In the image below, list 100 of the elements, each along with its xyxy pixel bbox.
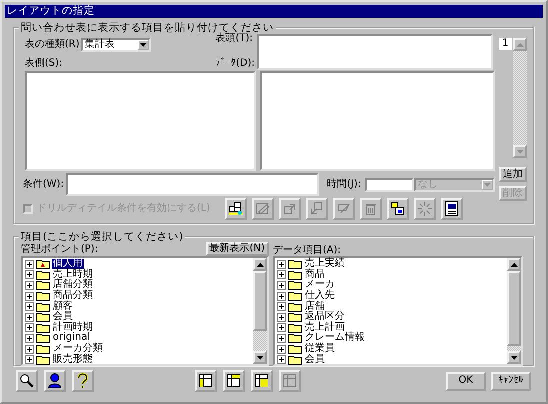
tree-item[interactable]: 売上時期: [52, 270, 94, 280]
expand-icon[interactable]: [277, 302, 286, 312]
data-area[interactable]: [260, 71, 495, 171]
row-header-label: 表側(S):: [25, 58, 63, 70]
tree-item[interactable]: クレーム情報: [304, 333, 366, 344]
dialog-button[interactable]: OK: [446, 372, 486, 390]
folder-icon: [36, 333, 50, 344]
add-button[interactable]: 追加: [499, 167, 527, 182]
dropdown-arrow-icon: [482, 180, 493, 190]
tree-item[interactable]: 商品: [304, 270, 326, 280]
table-type-dropdown[interactable]: 集計表: [81, 38, 151, 52]
folder-icon: [288, 344, 302, 354]
expand-icon[interactable]: [25, 312, 34, 322]
column-header-label: 表頭(T):: [216, 33, 253, 45]
tree-item[interactable]: 返品区分: [304, 312, 346, 322]
monitor-icon: [444, 201, 460, 217]
expand-icon[interactable]: [277, 312, 286, 322]
expand-icon[interactable]: [277, 270, 286, 280]
expand-icon[interactable]: [277, 292, 286, 301]
personal-folder-icon: [36, 259, 50, 270]
folder-icon: [288, 302, 302, 312]
table-icon: [226, 373, 242, 389]
folder-icon: [288, 291, 302, 302]
folder-icon: [288, 280, 302, 290]
tree-item[interactable]: 計画時期: [52, 322, 94, 333]
toolbar-button[interactable]: [387, 198, 409, 220]
toolbar-button[interactable]: [16, 370, 38, 392]
tree-item[interactable]: 店舗: [304, 302, 326, 312]
expand-icon[interactable]: [25, 344, 34, 354]
arrow-icon: [309, 201, 325, 217]
dialog-button[interactable]: ｷｬﾝｾﾙ: [491, 372, 531, 390]
scrollbar-thumb[interactable]: [507, 271, 521, 346]
expand-icon[interactable]: [277, 344, 286, 354]
expand-icon[interactable]: [25, 323, 34, 332]
expand-icon[interactable]: [25, 302, 34, 312]
table-icon: [282, 373, 298, 389]
page-number: 1: [499, 38, 512, 50]
window-title: レイアウトの指定: [5, 5, 543, 18]
tree-item[interactable]: 売上実績: [304, 259, 346, 270]
tree-item[interactable]: 会員: [52, 312, 74, 322]
condition-label: 条件(W):: [22, 178, 66, 190]
folder-icon: [288, 259, 302, 270]
data-items-tree[interactable]: 売上実績 商品 メーカ 仕入先 店舗 返品区分 売上計画 クレーム情報 従業員 会員: [273, 256, 523, 366]
toolbar-button[interactable]: [441, 198, 463, 220]
tree-item[interactable]: メーカ分類: [52, 344, 104, 354]
data-label: ﾃﾞｰﾀ(D):: [216, 58, 255, 70]
condition-field[interactable]: [66, 173, 320, 196]
tree-item[interactable]: 売上計画: [304, 322, 346, 333]
row-header-area[interactable]: [25, 71, 256, 171]
tree-item[interactable]: 仕入先: [304, 291, 336, 302]
tree-item[interactable]: 販売形態: [52, 354, 94, 365]
table-icon: [198, 373, 214, 389]
dropdown-arrow-icon: [138, 40, 149, 50]
expand-icon[interactable]: [25, 334, 34, 343]
tree-item[interactable]: original: [52, 333, 92, 344]
refresh-button[interactable]: 最新表示(N): [206, 242, 269, 256]
folder-icon: [36, 291, 50, 302]
folder-icon: [288, 270, 302, 280]
folder-icon: [288, 312, 302, 322]
tree-item[interactable]: 従業員: [304, 344, 336, 354]
person-icon: [47, 373, 63, 389]
folder-icon: [288, 354, 302, 365]
group-title: 項目(ここから選択してください): [20, 231, 184, 243]
question-icon: [75, 373, 91, 389]
scrollbar-thumb[interactable]: [253, 271, 267, 331]
scrollbar[interactable]: [253, 258, 267, 364]
time-field[interactable]: [364, 178, 414, 192]
folder-icon: [36, 322, 50, 333]
tree-item[interactable]: 顧客: [52, 302, 74, 312]
expand-icon[interactable]: [25, 355, 34, 364]
burst-icon: [417, 201, 433, 217]
folder-icon: [36, 302, 50, 312]
toolbar-button[interactable]: [223, 370, 245, 392]
group-title: 問い合わせ表に表示する項目を貼り付けてください: [20, 22, 275, 34]
toolbar-button[interactable]: [225, 198, 247, 220]
folder-icon: [36, 270, 50, 280]
tree-item[interactable]: 商品分類: [52, 291, 94, 302]
expand-icon[interactable]: [25, 260, 34, 269]
expand-icon[interactable]: [25, 270, 34, 280]
column-header-area[interactable]: [257, 34, 493, 70]
expand-icon[interactable]: [25, 280, 34, 290]
folder-icon: [36, 312, 50, 322]
toolbar-button[interactable]: [72, 370, 94, 392]
expand-icon[interactable]: [277, 260, 286, 269]
data-items-label: データ項目(A):: [273, 245, 342, 256]
table-icon: [390, 201, 406, 217]
expand-icon[interactable]: [277, 334, 286, 343]
toolbar-button[interactable]: [44, 370, 66, 392]
tree-item[interactable]: メーカ: [304, 280, 336, 290]
table-icon: [228, 201, 244, 217]
scrollbar[interactable]: [507, 258, 521, 364]
expand-icon[interactable]: [277, 355, 286, 364]
expand-icon[interactable]: [277, 280, 286, 290]
expand-icon[interactable]: [25, 292, 34, 301]
tree-item[interactable]: 会員: [304, 354, 326, 365]
toolbar-button[interactable]: [195, 370, 217, 392]
expand-icon[interactable]: [277, 323, 286, 332]
tree-item[interactable]: 店舗分類: [52, 280, 94, 290]
folder-icon: [288, 322, 302, 333]
toolbar-button[interactable]: [251, 370, 273, 392]
